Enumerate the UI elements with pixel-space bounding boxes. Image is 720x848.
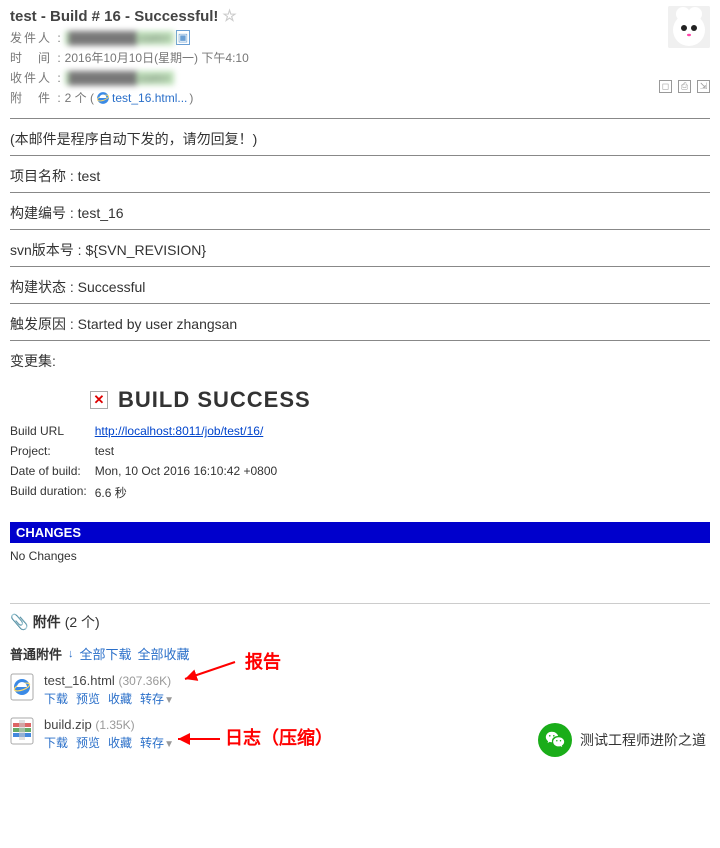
fav-action[interactable]: 收藏 bbox=[108, 734, 132, 751]
project-value: test bbox=[95, 441, 285, 461]
att-close: ) bbox=[189, 91, 193, 105]
file-name[interactable]: build.zip bbox=[44, 717, 92, 732]
contact-icon[interactable]: ▣ bbox=[176, 30, 190, 45]
auto-notice: (本邮件是程序自动下发的，请勿回复！) bbox=[10, 118, 710, 156]
date-value: Mon, 10 Oct 2016 16:10:42 +0800 bbox=[95, 461, 285, 481]
email-header: test - Build # 16 - Successful! ☆ 发件人 : … bbox=[0, 0, 720, 110]
download-all-link[interactable]: 全部下载 bbox=[80, 644, 132, 663]
project-label: Project: bbox=[10, 441, 95, 461]
attachments-toolbar: 普通附件 ↓ 全部下载 全部收藏 bbox=[10, 644, 710, 663]
watermark-badge: 测试工程师进阶之道 bbox=[534, 719, 710, 761]
no-changes-text: No Changes bbox=[10, 543, 710, 593]
build-success-title: BUILD SUCCESS bbox=[118, 387, 311, 413]
star-icon[interactable]: ☆ bbox=[222, 6, 236, 26]
fav-all-link[interactable]: 全部收藏 bbox=[138, 644, 190, 663]
sender-avatar[interactable] bbox=[668, 6, 710, 48]
att-title-text: 附件 bbox=[33, 612, 61, 632]
subject-text: test - Build # 16 - Successful! bbox=[10, 8, 218, 25]
watermark-text: 测试工程师进阶之道 bbox=[580, 730, 706, 750]
file-row: test_16.html (307.36K) 下载 预览 收藏 转存▼ bbox=[10, 673, 710, 707]
status-line: 构建状态 : Successful bbox=[10, 267, 710, 304]
attachment-row: 附 件 : 2 个 ( test_16.html... ) bbox=[10, 89, 710, 106]
to-row: 收件人 : ████████.com> bbox=[10, 69, 710, 86]
to-value: ████████.com> bbox=[65, 71, 174, 85]
trigger-line: 触发原因 : Started by user zhangsan bbox=[10, 304, 710, 341]
print-icon[interactable]: ⎙ bbox=[678, 80, 691, 93]
build-url-link[interactable]: http://localhost:8011/job/test/16/ bbox=[95, 424, 264, 438]
att-link[interactable]: test_16.html... bbox=[112, 91, 187, 105]
table-row: Date of build: Mon, 10 Oct 2016 16:10:42… bbox=[10, 461, 285, 481]
window-icon[interactable]: ◻ bbox=[659, 80, 672, 93]
from-label: 发件人 : bbox=[10, 29, 63, 46]
time-label: 时 间 : bbox=[10, 49, 63, 66]
att-count-text: 2 个 ( bbox=[65, 89, 94, 106]
svn-rev-line: svn版本号 : ${SVN_REVISION} bbox=[10, 230, 710, 267]
file-size: (307.36K) bbox=[118, 674, 171, 688]
file-info: test_16.html (307.36K) 下载 预览 收藏 转存▼ bbox=[44, 673, 174, 707]
to-label: 收件人 : bbox=[10, 69, 63, 86]
build-title-row: ✕ BUILD SUCCESS bbox=[90, 387, 710, 413]
save-action[interactable]: 转存▼ bbox=[140, 734, 174, 751]
normal-label: 普通附件 bbox=[10, 644, 62, 663]
build-number-line: 构建编号 : test_16 bbox=[10, 193, 710, 230]
file-name[interactable]: test_16.html bbox=[44, 673, 115, 688]
file-info: build.zip (1.35K) 下载 预览 收藏 转存▼ bbox=[44, 717, 174, 751]
time-value: 2016年10月10日(星期一) 下午4:10 bbox=[65, 49, 249, 66]
fav-action[interactable]: 收藏 bbox=[108, 690, 132, 707]
header-action-icons: ◻ ⎙ ⇲ bbox=[659, 80, 710, 93]
changes-header: CHANGES bbox=[10, 522, 710, 543]
project-name-line: 项目名称 : test bbox=[10, 156, 710, 193]
attachments-section: 📎 附件(2 个) 普通附件 ↓ 全部下载 全部收藏 test_16.html … bbox=[0, 604, 720, 771]
build-block: ✕ BUILD SUCCESS Build URL http://localho… bbox=[0, 377, 720, 597]
paperclip-icon: 📎 bbox=[10, 613, 29, 631]
attachments-title: 📎 附件(2 个) bbox=[10, 612, 710, 632]
export-icon[interactable]: ⇲ bbox=[697, 80, 710, 93]
wechat-icon bbox=[538, 723, 572, 757]
table-row: Build URL http://localhost:8011/job/test… bbox=[10, 421, 285, 441]
duration-value: 6.6 秒 bbox=[95, 481, 285, 504]
table-row: Project: test bbox=[10, 441, 285, 461]
preview-action[interactable]: 预览 bbox=[76, 690, 100, 707]
duration-label: Build duration: bbox=[10, 481, 95, 504]
preview-action[interactable]: 预览 bbox=[76, 734, 100, 751]
broken-image-icon: ✕ bbox=[90, 391, 108, 409]
date-label: Date of build: bbox=[10, 461, 95, 481]
time-row: 时 间 : 2016年10月10日(星期一) 下午4:10 bbox=[10, 49, 710, 66]
att-count: (2 个) bbox=[65, 612, 100, 632]
email-body: (本邮件是程序自动下发的，请勿回复！) 项目名称 : test 构建编号 : t… bbox=[0, 110, 720, 377]
zip-file-icon bbox=[10, 717, 34, 745]
table-row: Build duration: 6.6 秒 bbox=[10, 481, 285, 504]
att-label: 附 件 : bbox=[10, 89, 63, 106]
url-label: Build URL bbox=[10, 421, 95, 441]
email-subject: test - Build # 16 - Successful! ☆ bbox=[10, 6, 710, 26]
file-size: (1.35K) bbox=[95, 718, 134, 732]
html-file-icon bbox=[10, 673, 34, 701]
download-action[interactable]: 下载 bbox=[44, 734, 68, 751]
changeset-line: 变更集: bbox=[10, 341, 710, 373]
ie-icon bbox=[96, 91, 110, 105]
file-actions: 下载 预览 收藏 转存▼ bbox=[44, 690, 174, 707]
from-value: ████████.com> bbox=[65, 31, 174, 45]
download-arrow-icon: ↓ bbox=[68, 648, 74, 660]
download-action[interactable]: 下载 bbox=[44, 690, 68, 707]
file-actions: 下载 预览 收藏 转存▼ bbox=[44, 734, 174, 751]
build-info-table: Build URL http://localhost:8011/job/test… bbox=[10, 421, 285, 504]
from-row: 发件人 : ████████.com> ▣ bbox=[10, 29, 710, 46]
save-action[interactable]: 转存▼ bbox=[140, 690, 174, 707]
